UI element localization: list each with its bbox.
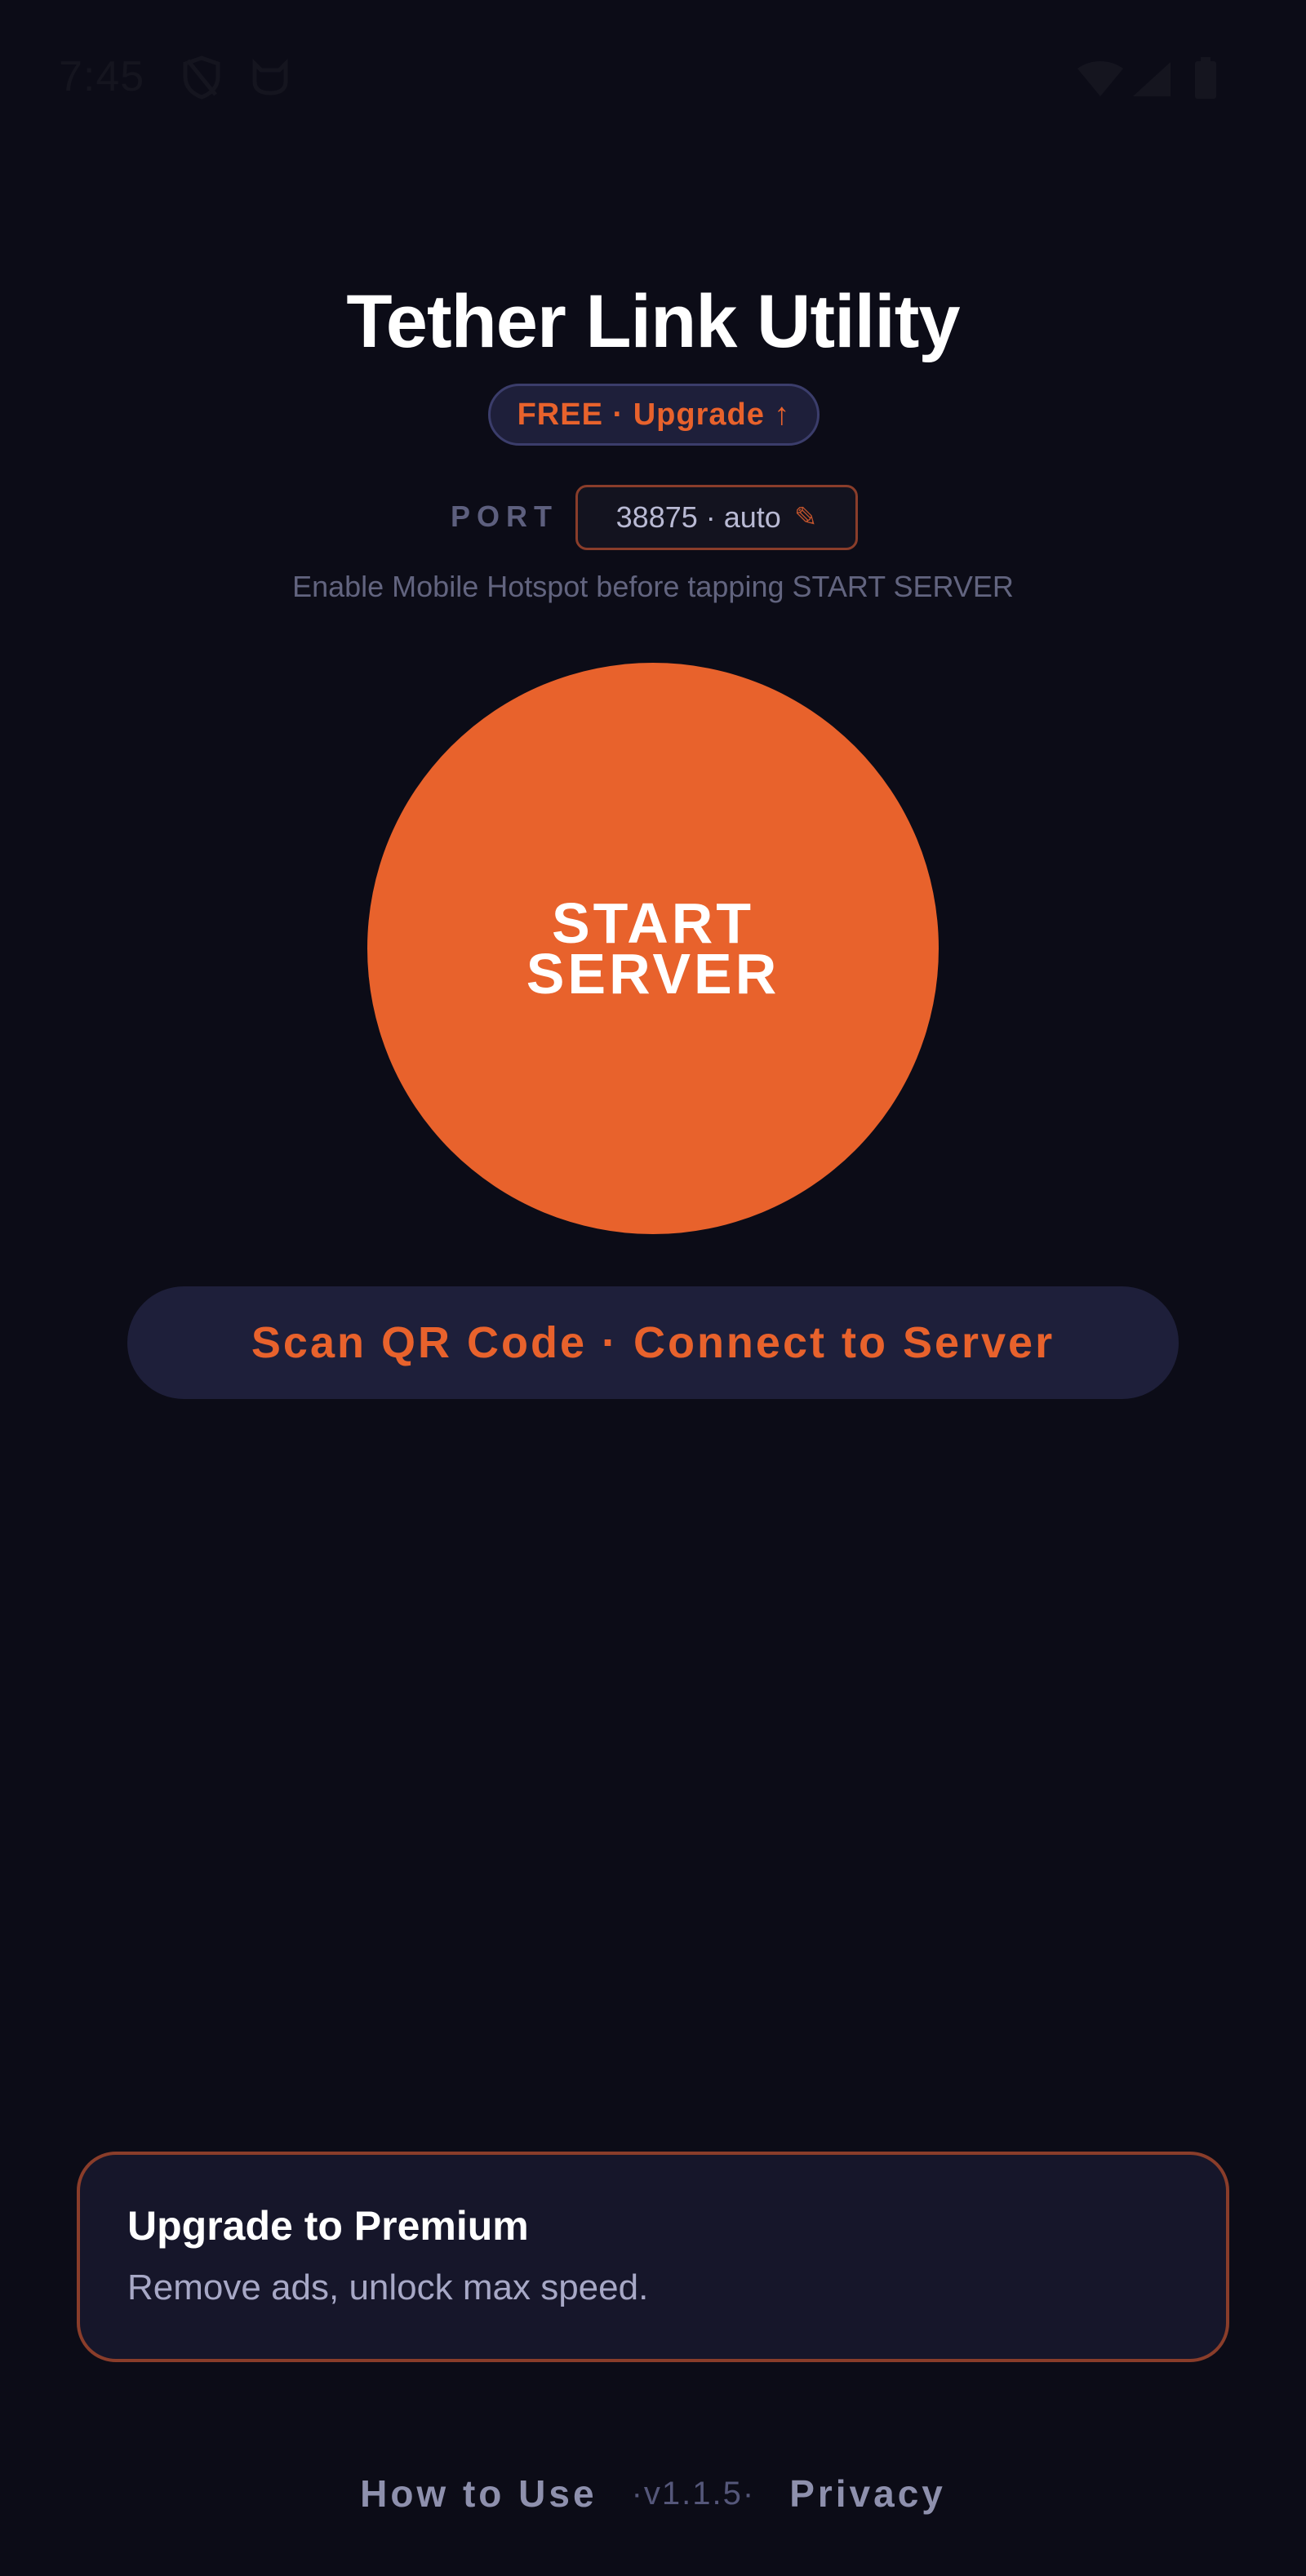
privacy-link[interactable]: Privacy — [789, 2472, 946, 2516]
premium-upgrade-card[interactable]: Upgrade to Premium Remove ads, unlock ma… — [77, 2152, 1229, 2362]
start-server-label-line1: START — [551, 891, 755, 955]
pencil-icon: ✎ — [793, 502, 818, 533]
app-title: Tether Link Utility — [346, 280, 960, 363]
port-value: 38875 · auto — [615, 500, 781, 534]
status-bar: 7:45 — [0, 0, 1306, 155]
start-server-label-line2: SERVER — [526, 942, 780, 1006]
status-time: 7:45 — [59, 53, 145, 100]
version-label: ·v1.1.5· — [631, 2475, 756, 2512]
cat-icon — [250, 56, 291, 100]
footer: How to Use ·v1.1.5· Privacy — [0, 2465, 1306, 2522]
signal-icon — [1131, 60, 1172, 102]
hotspot-hint: Enable Mobile Hotspot before tapping STA… — [292, 570, 1014, 603]
port-label: PORT — [451, 500, 559, 533]
premium-subtitle: Remove ads, unlock max speed. — [127, 2267, 649, 2307]
premium-title: Upgrade to Premium — [127, 2203, 529, 2249]
wifi-icon — [1076, 60, 1125, 102]
app-screen: 7:45 Tether Link Utility FREE · Upgrade … — [0, 0, 1306, 2576]
how-to-use-link[interactable]: How to Use — [360, 2472, 597, 2516]
port-edit-chip[interactable]: 38875 · auto ✎ — [575, 485, 858, 550]
battery-icon — [1193, 57, 1218, 104]
start-server-button[interactable]: START SERVER — [367, 663, 939, 1234]
scan-qr-button[interactable]: Scan QR Code · Connect to Server — [127, 1286, 1179, 1399]
scan-qr-label: Scan QR Code · Connect to Server — [251, 1318, 1055, 1367]
shield-slash-icon — [181, 56, 222, 104]
upgrade-badge[interactable]: FREE · Upgrade ↑ — [488, 384, 820, 446]
